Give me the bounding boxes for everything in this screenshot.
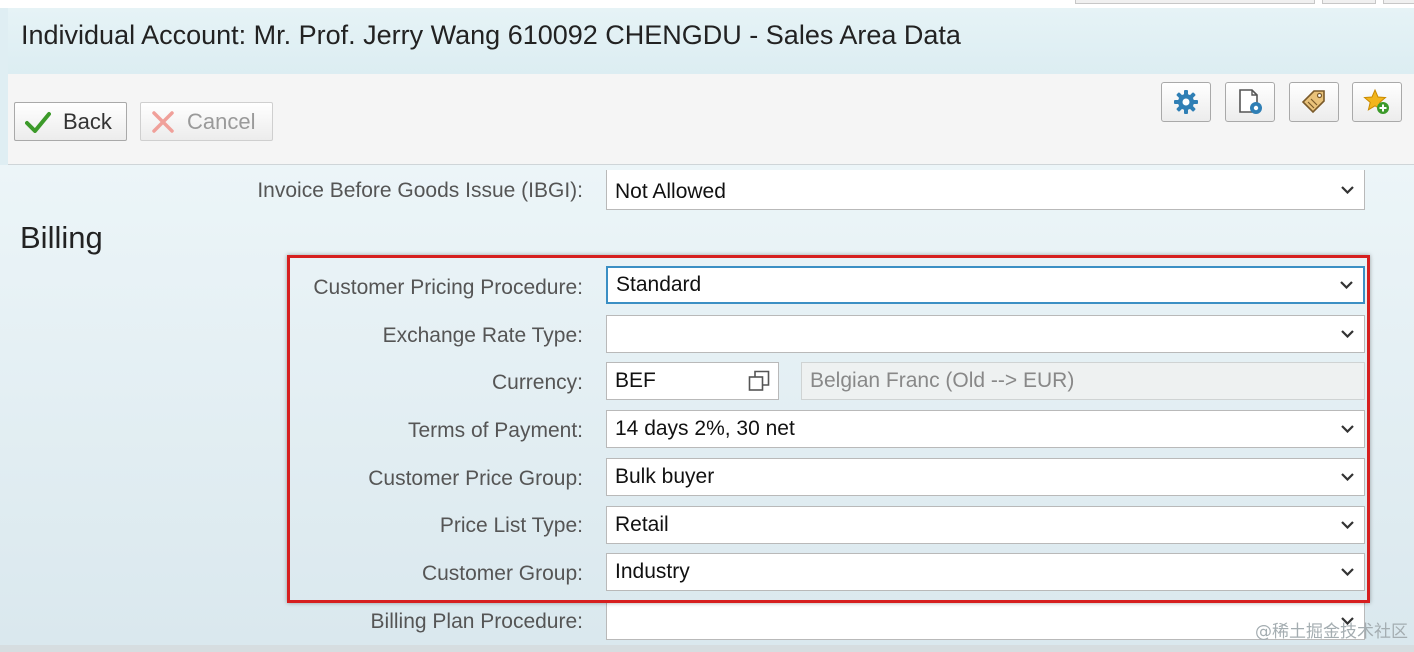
page-title: Individual Account: Mr. Prof. Jerry Wang… [21,20,961,50]
tag-button[interactable] [1289,82,1339,122]
tag-icon [1301,90,1325,114]
billing-plan-procedure-label: Billing Plan Procedure: [370,610,583,633]
add-favorite-button[interactable] [1352,82,1402,122]
settings-button[interactable] [1161,82,1211,122]
gear-icon [1174,90,1198,114]
billing-plan-procedure-select[interactable] [606,602,1365,640]
top-tab[interactable] [1383,0,1414,4]
back-button[interactable]: Back [14,102,127,141]
toolbar: Back Cancel [8,74,1414,165]
ibgi-label: Invoice Before Goods Issue (IBGI): [257,179,583,202]
ibgi-select[interactable]: Not Allowed [606,170,1365,210]
checkmark-icon [25,111,51,133]
personalize-button[interactable] [1225,82,1275,122]
title-bar: Individual Account: Mr. Prof. Jerry Wang… [8,8,1414,74]
bottom-bar [0,645,1414,652]
top-tab[interactable] [1322,0,1376,4]
section-title-billing: Billing [20,220,103,255]
ibgi-value: Not Allowed [615,180,726,203]
cancel-button[interactable]: Cancel [140,102,273,141]
add-favorite-icon [1363,88,1389,114]
cancel-button-label: Cancel [187,108,256,134]
highlight-box [287,255,1370,603]
form-area: Invoice Before Goods Issue (IBGI): Not A… [0,165,1414,645]
back-button-label: Back [63,108,112,134]
watermark: @稀土掘金技术社区 [1255,622,1408,642]
close-icon [152,110,174,133]
chevron-down-icon [1341,185,1354,194]
top-tab[interactable] [1075,0,1315,4]
top-strip [0,0,1414,8]
document-settings-icon [1239,89,1262,114]
